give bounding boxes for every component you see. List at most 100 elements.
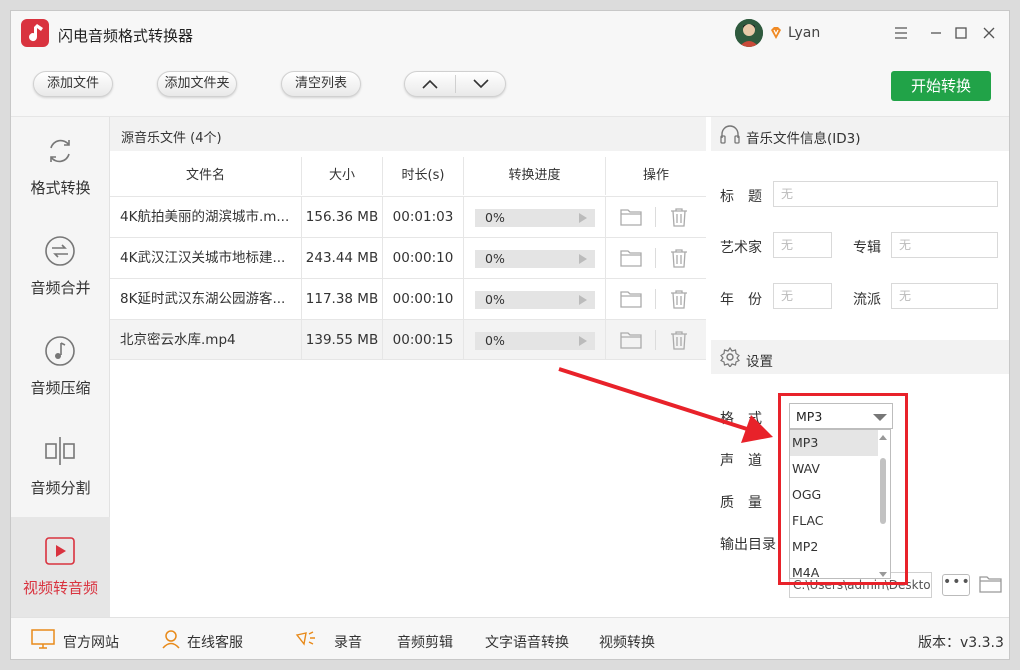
chevron-down-icon bbox=[473, 79, 489, 89]
minimize-icon[interactable] bbox=[926, 23, 946, 43]
annotation-arrow bbox=[558, 367, 773, 443]
chevron-up-icon bbox=[422, 79, 438, 89]
divider bbox=[655, 207, 656, 227]
file-name: 8K延时武汉东湖公园游客... bbox=[110, 279, 302, 319]
file-name: 北京密云水库.mp4 bbox=[110, 320, 302, 360]
play-icon[interactable] bbox=[579, 336, 587, 346]
sidebar-item-audio-compress[interactable]: 音频压缩 bbox=[11, 317, 110, 417]
column-header-progress: 转换进度 bbox=[464, 157, 606, 195]
file-name: 4K武汉江汉关城市地标建... bbox=[110, 238, 302, 278]
monitor-icon bbox=[31, 629, 55, 649]
column-header-duration[interactable]: 时长(s) bbox=[383, 157, 464, 195]
customer-service-icon bbox=[162, 630, 180, 649]
headphones-icon bbox=[720, 125, 740, 144]
sidebar-item-label: 音频合并 bbox=[30, 279, 91, 297]
support-link[interactable]: 在线客服 bbox=[187, 632, 243, 652]
play-icon[interactable] bbox=[579, 254, 587, 264]
table-row[interactable]: 北京密云水库.mp4 139.55 MB 00:00:15 0% bbox=[110, 319, 706, 360]
audio-cut-link[interactable]: 音频剪辑 bbox=[397, 632, 453, 652]
label-channel: 声 道 bbox=[720, 453, 762, 469]
bottom-bar: 官方网站 在线客服 录音 音频剪辑 文字语音转换 视频转换 版本：v3.3.3 bbox=[11, 617, 1009, 659]
music-note-icon bbox=[45, 336, 75, 366]
trash-icon[interactable] bbox=[669, 248, 689, 268]
sidebar-item-format-convert[interactable]: 格式转换 bbox=[11, 117, 110, 217]
record-link[interactable]: 录音 bbox=[334, 632, 362, 652]
add-file-button[interactable]: 添加文件 bbox=[33, 71, 113, 97]
trash-icon[interactable] bbox=[669, 289, 689, 309]
folder-icon[interactable] bbox=[620, 289, 642, 309]
file-duration: 00:00:15 bbox=[383, 320, 464, 360]
progress-bar: 0% bbox=[475, 250, 595, 268]
genre-field[interactable]: 无 bbox=[891, 283, 998, 309]
progress-text: 0% bbox=[485, 251, 505, 266]
divider bbox=[655, 289, 656, 309]
label-quality: 质 量 bbox=[720, 495, 762, 511]
file-duration: 00:00:10 bbox=[383, 279, 464, 319]
file-list-header: 源音乐文件 (4个) bbox=[110, 117, 706, 151]
column-header-actions: 操作 bbox=[642, 168, 669, 183]
progress-text: 0% bbox=[485, 292, 505, 307]
play-icon[interactable] bbox=[579, 213, 587, 223]
video-convert-link[interactable]: 视频转换 bbox=[599, 632, 655, 652]
video-play-icon bbox=[45, 537, 75, 565]
column-header-name[interactable]: 文件名 bbox=[110, 157, 302, 195]
sidebar-item-label: 视频转音频 bbox=[22, 579, 98, 597]
add-folder-button[interactable]: 添加文件夹 bbox=[157, 71, 237, 97]
folder-icon[interactable] bbox=[620, 330, 642, 350]
file-size: 117.38 MB bbox=[302, 279, 383, 319]
refresh-icon bbox=[50, 139, 70, 163]
label-title: 标 题 bbox=[720, 189, 762, 205]
column-header-size[interactable]: 大小 bbox=[302, 157, 383, 195]
table-row[interactable]: 8K延时武汉东湖公园游客... 117.38 MB 00:00:10 0% bbox=[110, 278, 706, 319]
app-title: 闪电音频格式转换器 bbox=[58, 27, 194, 45]
album-field[interactable]: 无 bbox=[891, 232, 998, 258]
move-button-group bbox=[404, 71, 506, 97]
table-row[interactable]: 4K武汉江汉关城市地标建... 243.44 MB 00:00:10 0% bbox=[110, 237, 706, 278]
folder-icon[interactable] bbox=[620, 207, 642, 227]
tts-link[interactable]: 文字语音转换 bbox=[485, 632, 569, 652]
label-album: 专辑 bbox=[853, 240, 881, 256]
move-up-button[interactable] bbox=[405, 72, 455, 96]
app-window: 闪电音频格式转换器 Lyan 添加文件 添加文件夹 清空列表 开始转换 格式转换… bbox=[10, 10, 1010, 660]
user-name[interactable]: Lyan bbox=[788, 25, 820, 41]
merge-icon bbox=[45, 236, 75, 266]
split-icon bbox=[45, 437, 75, 465]
sidebar-item-label: 格式转换 bbox=[30, 179, 91, 197]
label-artist: 艺术家 bbox=[720, 240, 762, 256]
title-bar: 闪电音频格式转换器 Lyan bbox=[11, 11, 1009, 57]
avatar[interactable] bbox=[735, 19, 763, 47]
play-icon[interactable] bbox=[579, 295, 587, 305]
browse-button[interactable]: ••• bbox=[942, 574, 970, 596]
menu-icon[interactable] bbox=[891, 23, 911, 43]
progress-text: 0% bbox=[485, 333, 505, 348]
website-link[interactable]: 官方网站 bbox=[63, 632, 119, 652]
clear-list-button[interactable]: 清空列表 bbox=[281, 71, 361, 97]
trash-icon[interactable] bbox=[669, 207, 689, 227]
move-down-button[interactable] bbox=[456, 72, 506, 96]
sidebar-item-audio-merge[interactable]: 音频合并 bbox=[11, 217, 110, 317]
table-row[interactable]: 4K航拍美丽的湖滨城市.m... 156.36 MB 00:01:03 0% bbox=[110, 196, 706, 237]
progress-bar: 0% bbox=[475, 332, 595, 350]
label-genre: 流派 bbox=[853, 292, 881, 308]
open-folder-icon[interactable] bbox=[979, 574, 1003, 594]
sidebar-item-label: 音频分割 bbox=[30, 479, 91, 497]
close-icon[interactable] bbox=[979, 23, 999, 43]
maximize-icon[interactable] bbox=[951, 23, 971, 43]
file-size: 139.55 MB bbox=[302, 320, 383, 360]
progress-bar: 0% bbox=[475, 291, 595, 309]
folder-icon[interactable] bbox=[620, 248, 642, 268]
label-output-dir: 输出目录 bbox=[720, 537, 776, 553]
artist-field[interactable]: 无 bbox=[773, 232, 832, 258]
progress-bar: 0% bbox=[475, 209, 595, 227]
sidebar: 格式转换 音频合并 音频压缩 音频分割 视频转音频 bbox=[11, 117, 110, 617]
record-microphone-icon bbox=[295, 631, 315, 646]
toolbar: 添加文件 添加文件夹 清空列表 开始转换 bbox=[11, 57, 1009, 117]
year-field[interactable]: 无 bbox=[773, 283, 832, 309]
sidebar-item-video-to-audio[interactable]: 视频转音频 bbox=[11, 517, 110, 617]
sidebar-item-audio-split[interactable]: 音频分割 bbox=[11, 417, 110, 517]
start-convert-button[interactable]: 开始转换 bbox=[891, 71, 991, 101]
title-field[interactable]: 无 bbox=[773, 181, 998, 207]
sidebar-item-label: 音频压缩 bbox=[30, 379, 91, 397]
file-duration: 00:01:03 bbox=[383, 197, 464, 237]
trash-icon[interactable] bbox=[669, 330, 689, 350]
